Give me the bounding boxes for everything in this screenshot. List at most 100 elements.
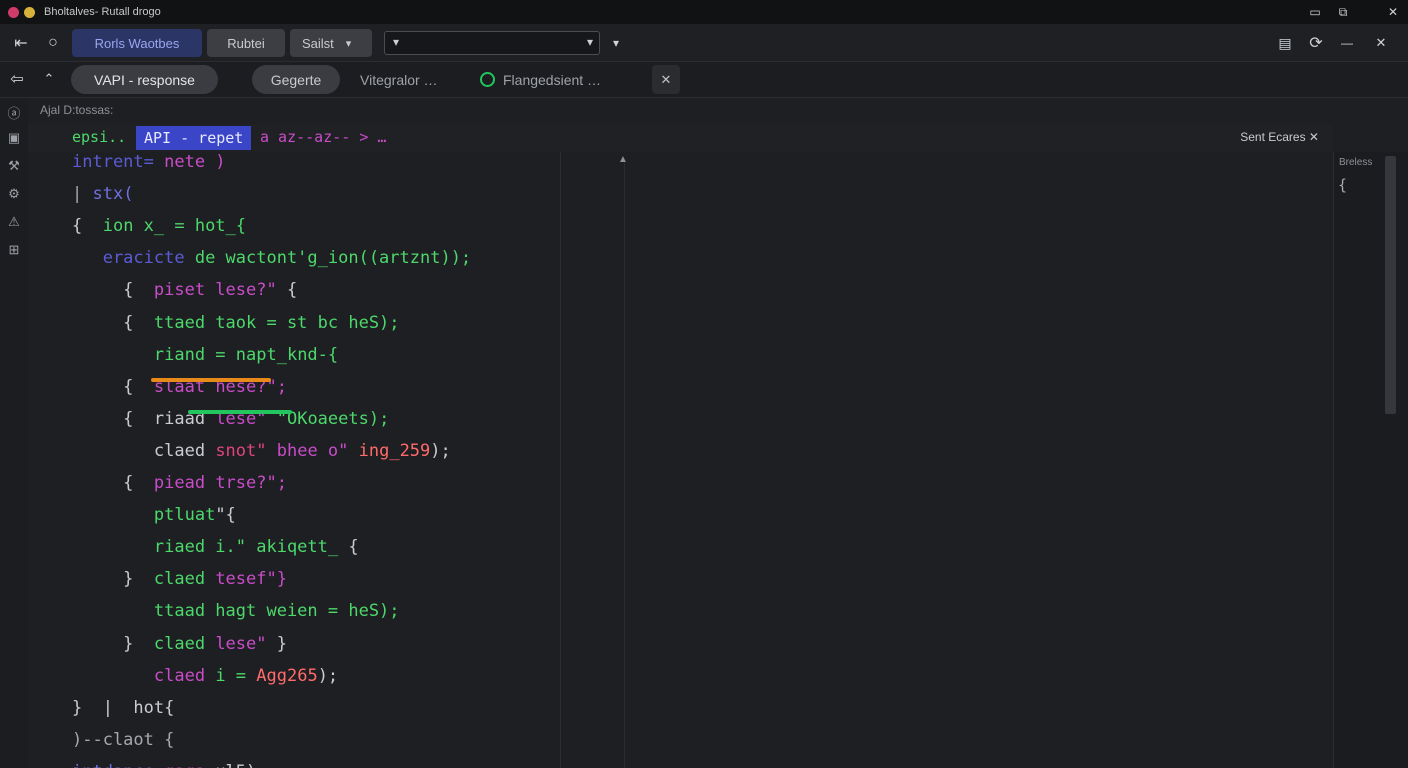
tab-gegerte[interactable]: Gegerte bbox=[252, 65, 340, 94]
code-token: ing_259 bbox=[358, 440, 431, 461]
accounts-icon[interactable]: ⓐ bbox=[4, 102, 24, 122]
chevron-down-icon: ▾ bbox=[393, 35, 400, 49]
minimize-dot-icon[interactable] bbox=[24, 6, 35, 18]
code-token: Agg265 bbox=[256, 665, 318, 686]
code-token: claed bbox=[153, 440, 216, 461]
code-token: ttaed taok = st bc heS); bbox=[153, 312, 400, 333]
code-line: | stx( bbox=[72, 180, 133, 208]
code-token: piset lese?" bbox=[153, 280, 287, 301]
title-bar: Bholtalves- Rutall drogo ▭ ⧉ ✕ bbox=[0, 0, 1408, 24]
code-view[interactable]: intrent= nete ) | stx( { ion x_ = hot_{ er… bbox=[28, 152, 558, 768]
toolbar-tab-rubtei[interactable]: Rubtei bbox=[207, 29, 285, 57]
restore-window-icon[interactable]: ▭ bbox=[1302, 0, 1328, 24]
back-icon[interactable]: ⇤ bbox=[8, 30, 34, 56]
code-line: riaed i." akiqett_ { bbox=[72, 533, 359, 561]
code-token: } bbox=[72, 697, 103, 718]
response-panel: Breless { bbox=[1333, 152, 1408, 768]
close-tab-icon[interactable]: ✕ bbox=[652, 65, 680, 94]
panel-label: Breless bbox=[1339, 157, 1373, 168]
breadcrumb: epsi.. API - repet a az--az-- > … Sent E… bbox=[28, 124, 1333, 152]
code-line: ttaad hagt weien = heS); bbox=[72, 597, 400, 625]
scrollbar-thumb[interactable] bbox=[1385, 156, 1396, 414]
code-token: ptluat bbox=[153, 505, 216, 526]
code-line: { ttaed taok = st bc heS); bbox=[72, 309, 400, 337]
breadcrumb-active[interactable]: API - repet bbox=[136, 126, 252, 150]
code-line: eracicte de wactont'g_ion((artznt)); bbox=[72, 244, 471, 272]
breadcrumb-prefix[interactable]: epsi.. bbox=[72, 128, 126, 146]
code-line: claed snot" bhee o" ing_259); bbox=[72, 437, 451, 465]
warning-icon[interactable]: ⚠ bbox=[4, 212, 24, 232]
code-token: bhee o" bbox=[276, 440, 359, 461]
code-token: } bbox=[72, 633, 154, 654]
code-token: eracicte bbox=[72, 248, 195, 269]
code-token: "OKoaeets); bbox=[276, 408, 390, 429]
toolbar-dropdown-sailst[interactable]: Sailst ▾ bbox=[290, 29, 372, 57]
maximize-window-icon[interactable]: ⧉ bbox=[1330, 0, 1356, 24]
code-token: ); bbox=[317, 665, 339, 686]
code-token: intdance bbox=[72, 762, 164, 768]
clipboard-icon[interactable]: ▤ bbox=[1272, 30, 1298, 56]
editor-divider bbox=[560, 152, 561, 768]
code-line: intdance gaga ul5); bbox=[72, 758, 267, 768]
circle-icon[interactable]: ○ bbox=[40, 30, 66, 56]
chevron-down-icon[interactable]: ▾ bbox=[603, 30, 629, 56]
code-token: ion x_ = hot_{ bbox=[102, 216, 247, 237]
code-token: gaga bbox=[164, 762, 215, 768]
code-token: ttaad hagt weien = heS); bbox=[153, 601, 400, 622]
close-dot-icon[interactable] bbox=[8, 6, 19, 18]
settings-icon[interactable]: ⚙ bbox=[4, 184, 24, 204]
code-line: riand = napt_knd-{ bbox=[72, 341, 338, 369]
toolbar-tab-workspaces[interactable]: Rorls Waotbes bbox=[72, 29, 202, 57]
code-line: } claed tesef"} bbox=[72, 565, 287, 593]
close-window-icon[interactable]: ✕ bbox=[1380, 0, 1406, 24]
code-token: snot" bbox=[215, 440, 277, 461]
sent-panel-label[interactable]: Sent Ecares ✕ bbox=[1240, 130, 1319, 144]
minimap-divider bbox=[624, 160, 625, 768]
code-token: claed bbox=[153, 633, 216, 654]
chevron-down-icon: ▾ bbox=[586, 35, 593, 49]
extensions-icon[interactable]: ⊞ bbox=[4, 240, 24, 260]
tab-api-response[interactable]: VAPI - response bbox=[71, 65, 218, 94]
code-line: intrent= nete ) bbox=[72, 152, 226, 176]
code-line: { slaat hese?"; bbox=[72, 373, 287, 401]
chevron-up-icon[interactable]: ⌃ bbox=[36, 66, 62, 92]
dropdown-label: Sailst bbox=[302, 35, 334, 51]
code-token: intrent= bbox=[72, 152, 165, 172]
code-token: { bbox=[348, 537, 359, 558]
tab-flangedsient[interactable]: Flangedsient … bbox=[480, 65, 650, 94]
refresh-icon[interactable]: ⟳ bbox=[1303, 30, 1329, 56]
toolbar-select[interactable]: ▾ ▾ bbox=[384, 31, 600, 55]
code-token: } bbox=[276, 633, 287, 654]
explorer-icon[interactable]: ▣ bbox=[4, 128, 24, 148]
code-line: ptluat"{ bbox=[72, 501, 236, 529]
minimize-icon[interactable]: — bbox=[1334, 30, 1360, 56]
code-token: | bbox=[72, 184, 93, 205]
ok-underline bbox=[188, 410, 292, 414]
code-line: } | hot{ bbox=[72, 694, 174, 722]
code-token: { bbox=[72, 280, 154, 301]
code-line: )--claot { bbox=[72, 726, 174, 754]
window-title: Bholtalves- Rutall drogo bbox=[44, 6, 161, 18]
code-token: riaed i." akiqett_ bbox=[153, 537, 349, 558]
chevron-down-icon: ▾ bbox=[345, 37, 352, 50]
code-line: { ion x_ = hot_{ bbox=[72, 212, 246, 240]
close-icon[interactable]: ✕ bbox=[1368, 30, 1394, 56]
code-token: { bbox=[72, 408, 154, 429]
file-path: Ajal D:tossas: bbox=[28, 98, 1408, 122]
code-token: nete ) bbox=[164, 152, 226, 172]
tools-icon[interactable]: ⚒ bbox=[4, 156, 24, 176]
tab-vitegralor[interactable]: Vitegralor … bbox=[360, 65, 470, 94]
back-arrow-icon[interactable]: ⇦ bbox=[4, 66, 30, 92]
breadcrumb-suffix[interactable]: a az--az-- > … bbox=[260, 128, 386, 146]
code-token: stx( bbox=[92, 184, 134, 205]
scroll-up-icon[interactable]: ▲ bbox=[618, 154, 628, 165]
code-token: )--claot { bbox=[72, 729, 175, 750]
code-token: { bbox=[286, 280, 298, 301]
code-token: { bbox=[72, 312, 154, 333]
